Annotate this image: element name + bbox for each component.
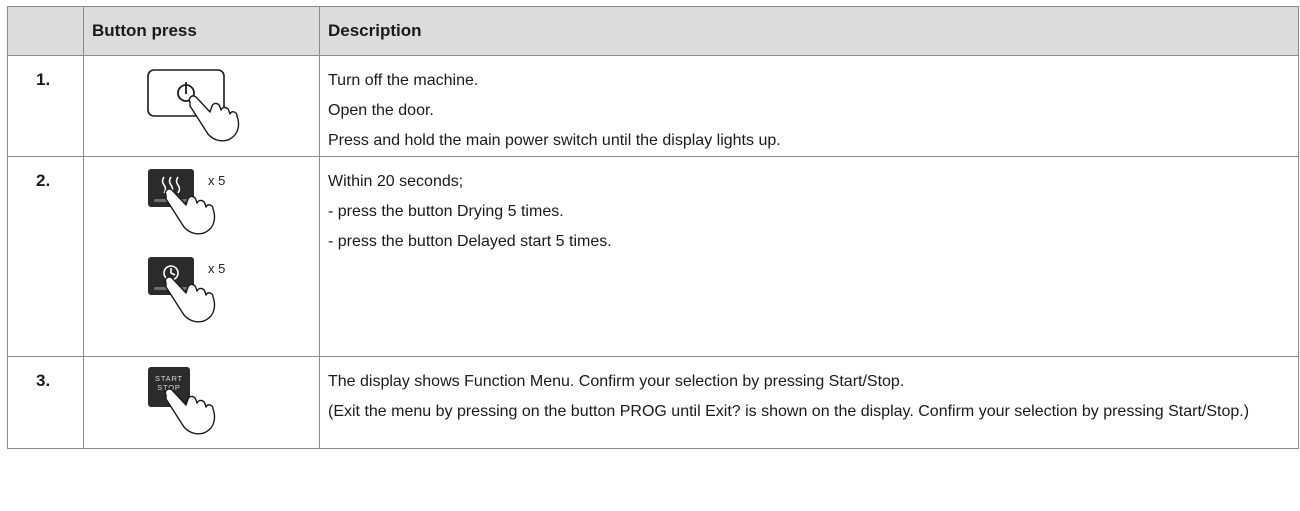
header-button-press: Button press <box>83 6 320 56</box>
description-cell: Within 20 seconds; - press the button Dr… <box>319 156 1299 357</box>
step-number: 2. <box>7 156 84 357</box>
instruction-table: Button press Description 1. Turn off the <box>7 6 1299 449</box>
table-header-row: Button press Description <box>7 6 1299 56</box>
button-press-cell <box>83 55 320 157</box>
description-cell: The display shows Function Menu. Confirm… <box>319 356 1299 449</box>
table-row: 3. START STOP The display shows Function… <box>7 356 1299 449</box>
button-press-cell: x 5 x 5 <box>83 156 320 357</box>
button-press-cell: START STOP <box>83 356 320 449</box>
header-description: Description <box>319 6 1299 56</box>
table-row: 2. x 5 x 5 Within 20 seconds; - press th… <box>7 156 1299 357</box>
press-count: x 5 <box>208 173 226 188</box>
power-button-icon <box>147 69 240 142</box>
description-line: The display shows Function Menu. Confirm… <box>328 373 905 390</box>
header-step <box>7 6 84 56</box>
press-count: x 5 <box>208 261 226 276</box>
description-line: Within 20 seconds; <box>328 173 464 190</box>
description-line: Press and hold the main power switch unt… <box>328 132 781 149</box>
start-stop-button-icon: START STOP <box>148 367 216 435</box>
table-row: 1. Turn off the machine. Open the door. … <box>7 55 1299 157</box>
drying-button-icon <box>148 169 216 235</box>
step-number: 3. <box>7 356 84 449</box>
delayed-start-button-icon <box>148 257 216 323</box>
description-line: Open the door. <box>328 102 434 119</box>
description-line: (Exit the menu by pressing on the button… <box>328 403 1250 420</box>
description-line: - press the button Drying 5 times. <box>328 203 564 220</box>
start-label: START <box>155 374 183 383</box>
description-line: - press the button Delayed start 5 times… <box>328 233 612 250</box>
description-cell: Turn off the machine. Open the door. Pre… <box>319 55 1299 157</box>
description-line: Turn off the machine. <box>328 72 479 89</box>
step-number: 1. <box>7 55 84 157</box>
